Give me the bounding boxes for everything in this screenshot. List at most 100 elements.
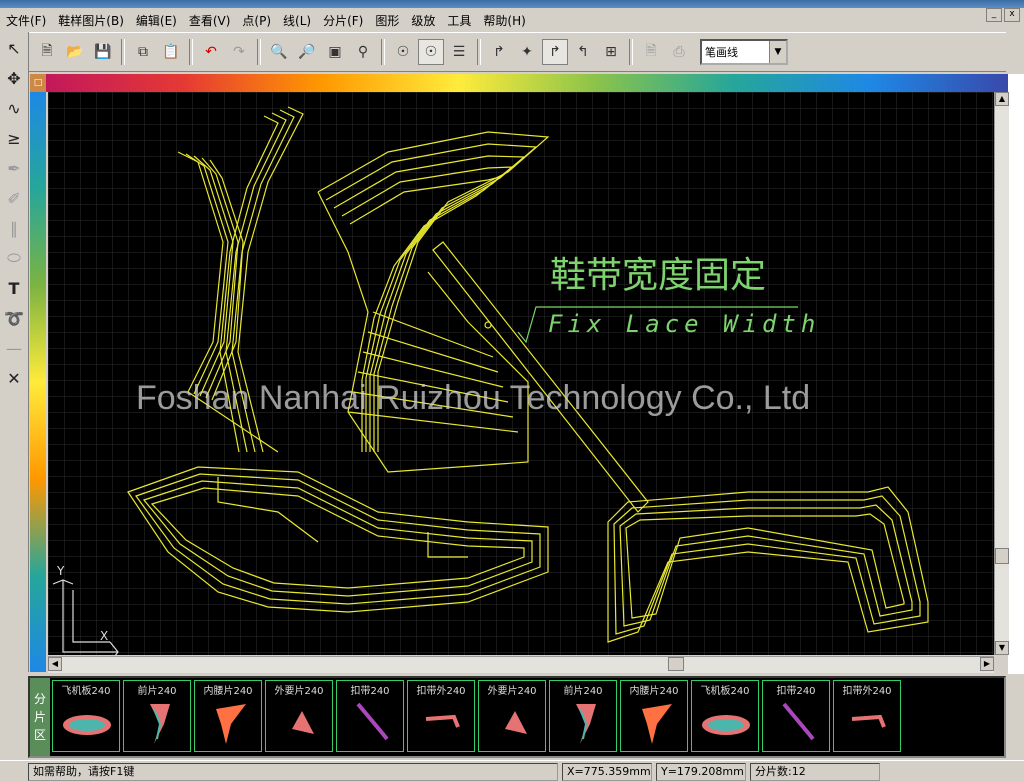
scroll-right-icon[interactable]: ▶: [980, 657, 994, 671]
piece-panel-label: 分 片 区: [30, 678, 50, 756]
annotation-chinese: 鞋带宽度固定: [550, 255, 766, 296]
piece-item[interactable]: 外要片240: [265, 680, 333, 752]
piece-item[interactable]: 内腰片240: [194, 680, 262, 752]
curve-tool-icon[interactable]: ↱: [486, 39, 512, 65]
piece-item[interactable]: 扣带240: [336, 680, 404, 752]
piece-label: 飞机板240: [61, 686, 111, 697]
scroll-down-icon[interactable]: ▼: [995, 641, 1009, 655]
arc-tool-icon[interactable]: ↰: [570, 39, 596, 65]
menu-point[interactable]: 点(P): [236, 12, 277, 29]
vertical-ruler: [30, 92, 46, 672]
zoom-window-icon[interactable]: ▣: [322, 39, 348, 65]
vertical-scrollbar[interactable]: ▲ ▼: [994, 92, 1009, 655]
outer-quarter-icon: [292, 711, 314, 734]
horizontal-scrollbar[interactable]: ◀ ▶: [48, 656, 994, 673]
text-icon[interactable]: T: [2, 276, 26, 300]
scroll-up-icon[interactable]: ▲: [995, 92, 1009, 106]
view-eye-active-icon[interactable]: ☉: [418, 39, 444, 65]
menu-tools[interactable]: 工具: [441, 12, 477, 29]
strap-outer-icon: [425, 714, 460, 728]
piece-label: 外要片240: [274, 686, 324, 697]
toolbar-separator: [477, 39, 481, 65]
pointer-icon[interactable]: ↖: [2, 36, 26, 60]
minimize-icon[interactable]: _: [986, 8, 1002, 22]
inner-quarter-icon: [216, 704, 246, 744]
shoe-icon[interactable]: ➰: [2, 306, 26, 330]
new-file-icon[interactable]: 🗎: [34, 39, 60, 65]
piece-item[interactable]: 飞机板240: [52, 680, 120, 752]
preview-icon[interactable]: 🗎: [638, 39, 664, 65]
mirror-icon[interactable]: ∥: [2, 216, 26, 240]
piece-item[interactable]: 外要片240: [478, 680, 546, 752]
brush-icon[interactable]: ✐: [2, 186, 26, 210]
pen-icon[interactable]: ✒: [2, 156, 26, 180]
menu-view[interactable]: 查看(V): [183, 12, 237, 29]
point-tool-icon[interactable]: ✦: [514, 39, 540, 65]
zoom-all-icon[interactable]: ⚲: [350, 39, 376, 65]
move-icon[interactable]: ✥: [2, 66, 26, 90]
piece-panel: 分 片 区 飞机板240 前片240 内腰片240 外要片240 扣带240 扣…: [28, 676, 1006, 758]
menu-help[interactable]: 帮助(H): [477, 12, 531, 29]
toolbar-separator: [121, 39, 125, 65]
toolbar-separator: [189, 39, 193, 65]
print-icon[interactable]: ⎙: [666, 39, 692, 65]
open-folder-icon[interactable]: 📂: [62, 39, 88, 65]
horizontal-scroll-thumb[interactable]: [668, 657, 684, 671]
chevron-down-icon[interactable]: ▼: [769, 41, 786, 63]
bend-tool-icon[interactable]: ↱: [542, 39, 568, 65]
menu-file[interactable]: 文件(F): [0, 12, 52, 29]
strap-icon: [356, 702, 389, 741]
undo-icon[interactable]: ↶: [198, 39, 224, 65]
close-icon[interactable]: x: [1004, 8, 1020, 22]
redo-icon[interactable]: ↷: [226, 39, 252, 65]
piece-label: 扣带240: [350, 686, 390, 697]
piece-label: 扣带外240: [416, 686, 466, 697]
piece-item[interactable]: 飞机板240: [691, 680, 759, 752]
piece-item[interactable]: 前片240: [549, 680, 617, 752]
zigzag-icon[interactable]: ≥: [2, 126, 26, 150]
menu-grading[interactable]: 级放: [405, 12, 441, 29]
piece-item[interactable]: 前片240: [123, 680, 191, 752]
zoom-in-icon[interactable]: 🔍: [266, 39, 292, 65]
pattern-drawing: Y X 鞋带宽度固定 Fix Lace Width Foshan Nanhai …: [48, 92, 994, 655]
piece-list: 飞机板240 前片240 内腰片240 外要片240 扣带240 扣带外240 …: [52, 680, 901, 752]
save-icon[interactable]: 💾: [90, 39, 116, 65]
ellipse-icon[interactable]: ⬭: [2, 246, 26, 270]
view-layers-icon[interactable]: ☰: [446, 39, 472, 65]
delete-icon[interactable]: ✕: [2, 366, 26, 390]
stitch-tool-icon[interactable]: ⊞: [598, 39, 624, 65]
piece-item[interactable]: 内腰片240: [620, 680, 688, 752]
axis-y-label: Y: [56, 564, 65, 578]
piece-item[interactable]: 扣带外240: [407, 680, 475, 752]
title-bar: [0, 0, 1024, 8]
menu-edit[interactable]: 编辑(E): [130, 12, 183, 29]
status-piece-count: 分片数:12: [750, 762, 880, 781]
piece-label: 前片240: [563, 686, 603, 697]
horizontal-ruler: [46, 74, 1008, 92]
piece-item[interactable]: 扣带外240: [833, 680, 901, 752]
menu-shoe-image[interactable]: 鞋样图片(B): [52, 12, 130, 29]
drawing-canvas[interactable]: Y X 鞋带宽度固定 Fix Lace Width Foshan Nanhai …: [48, 92, 994, 655]
toolbar-separator: [381, 39, 385, 65]
line-icon[interactable]: —: [2, 336, 26, 360]
piece-panel-label-char: 分: [33, 692, 46, 706]
vertical-scroll-thumb[interactable]: [995, 548, 1009, 564]
line-mode-select[interactable]: 笔画线 ▼: [700, 39, 788, 65]
toolbar-separator: [257, 39, 261, 65]
scroll-left-icon[interactable]: ◀: [48, 657, 62, 671]
freehand-icon[interactable]: ∿: [2, 96, 26, 120]
menu-line[interactable]: 线(L): [277, 12, 317, 29]
front-piece-icon: [150, 704, 170, 744]
left-toolbox: ↖ ✥ ∿ ≥ ✒ ✐ ∥ ⬭ T ➰ — ✕: [0, 32, 29, 672]
view-eye-icon[interactable]: ☉: [390, 39, 416, 65]
annotation-english: Fix Lace Width: [548, 310, 820, 338]
piece-panel-label-char: 区: [33, 728, 46, 742]
piece-item[interactable]: 扣带240: [762, 680, 830, 752]
zoom-out-icon[interactable]: 🔎: [294, 39, 320, 65]
menu-graphics[interactable]: 图形: [369, 12, 405, 29]
piece-label: 外要片240: [487, 686, 537, 697]
copy-icon[interactable]: ⧉: [130, 39, 156, 65]
piece-panel-label-char: 片: [33, 710, 46, 724]
menu-piece[interactable]: 分片(F): [317, 12, 369, 29]
paste-icon[interactable]: 📋: [158, 39, 184, 65]
